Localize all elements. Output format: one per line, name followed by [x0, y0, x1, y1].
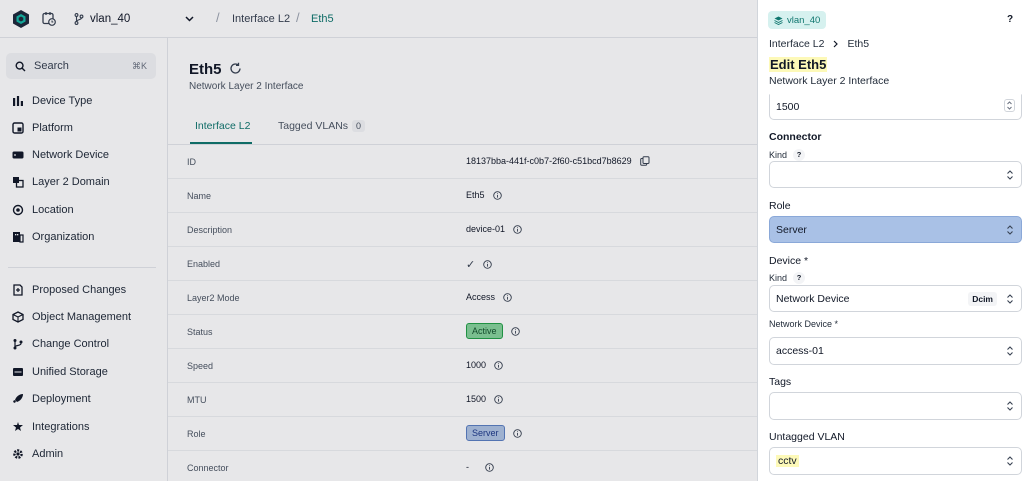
drawer-breadcrumb-item[interactable]: Eth5 [847, 38, 869, 50]
role-label: Role [769, 200, 791, 212]
layers-icon [774, 16, 783, 25]
number-spinner[interactable] [1004, 99, 1015, 112]
branch-badge-label: vlan_40 [787, 14, 821, 26]
spinner-arrows-icon [1007, 101, 1012, 110]
kind-label: Kind [769, 273, 788, 283]
untagged-vlan-label: Untagged VLAN [769, 431, 845, 443]
device-kind-select[interactable]: Network Device Dcim [769, 285, 1022, 312]
chevron-right-icon [834, 40, 839, 48]
drawer-title: Edit Eth5 [769, 57, 828, 72]
role-select[interactable]: Server [769, 216, 1022, 243]
help-button[interactable]: ? [1002, 12, 1018, 28]
chevron-up-down-icon [1007, 346, 1013, 356]
role-value: Server [776, 223, 807, 236]
branch-badge: vlan_40 [768, 11, 827, 29]
network-device-value: access-01 [776, 345, 824, 357]
untagged-vlan-value: cctv [776, 455, 799, 467]
chevron-up-down-icon [1007, 293, 1013, 304]
tags-select[interactable] [769, 392, 1022, 420]
modal-backdrop[interactable] [0, 0, 757, 481]
connector-label: Connector [769, 131, 822, 143]
untagged-vlan-select[interactable]: cctv [769, 447, 1022, 475]
chevron-up-down-icon [1007, 224, 1013, 235]
connector-kind-select[interactable] [769, 161, 1022, 188]
mtu-field[interactable]: 1500 [769, 94, 1022, 120]
chevron-up-down-icon [1007, 456, 1013, 466]
drawer-subtitle: Network Layer 2 Interface [769, 75, 890, 87]
network-device-select[interactable]: access-01 [769, 337, 1022, 365]
device-label: Device * [769, 255, 809, 267]
help-icon[interactable]: ? [793, 149, 806, 161]
drawer-breadcrumb-item[interactable]: Interface L2 [769, 38, 824, 50]
chevron-up-down-icon [1007, 169, 1013, 180]
help-icon[interactable]: ? [793, 272, 806, 284]
drawer-breadcrumb: Interface L2 Eth5 [769, 38, 869, 50]
network-device-label: Network Device * [769, 319, 839, 329]
edit-drawer: vlan_40 ? Interface L2 Eth5 Edit Eth5 Ne… [757, 0, 1024, 481]
chevron-up-down-icon [1007, 401, 1013, 411]
namespace-badge: Dcim [968, 291, 997, 306]
device-kind-label: Kind ? [769, 272, 806, 284]
device-kind-value: Network Device [776, 292, 850, 305]
mtu-value: 1500 [776, 101, 800, 113]
tags-label: Tags [769, 376, 792, 388]
connector-kind-label: Kind ? [769, 149, 806, 161]
kind-label: Kind [769, 150, 788, 160]
